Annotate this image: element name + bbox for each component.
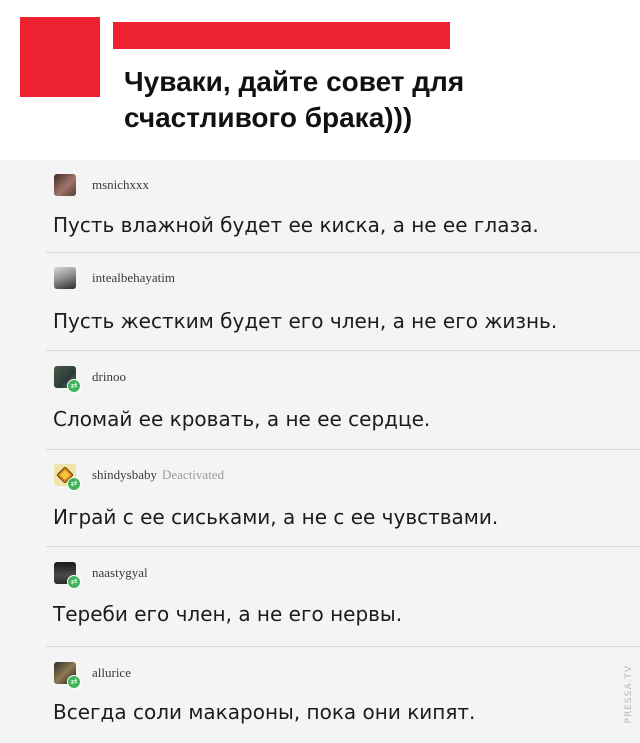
comment: ⇄ shindysbaby Deactivated Играй с ее сис… (0, 450, 640, 546)
user-avatar[interactable] (54, 174, 76, 196)
reblog-icon: ⇄ (67, 379, 81, 393)
comment: ⇄ allurice Всегда соли макароны, пока он… (0, 647, 640, 743)
user-avatar[interactable]: ⇄ (54, 562, 81, 589)
user-avatar[interactable]: ⇄ (54, 366, 81, 393)
comment-text: Сломай ее кровать, а не ее сердце. (53, 407, 431, 431)
comment: intealbehayatim Пусть жестким будет его … (0, 253, 640, 351)
username[interactable]: msnichxxx (92, 177, 149, 193)
comment-user-line: ⇄ naastygyal (54, 561, 148, 589)
author-avatar[interactable] (20, 17, 100, 97)
user-avatar[interactable] (54, 267, 76, 289)
reblog-icon: ⇄ (67, 477, 81, 491)
comment: ⇄ drinoo Сломай ее кровать, а не ее серд… (0, 351, 640, 449)
comment: ⇄ naastygyal Тереби его член, а не его н… (0, 547, 640, 644)
post-header: Чуваки, дайте совет для счастливого брак… (0, 0, 640, 150)
comment-user-line: msnichxxx (54, 173, 149, 197)
user-avatar[interactable]: ⇄ (54, 662, 81, 689)
comment-text: Играй с ее сиськами, а не с ее чувствами… (53, 505, 499, 529)
comment-user-line: ⇄ allurice (54, 661, 131, 689)
username[interactable]: naastygyal (92, 565, 148, 581)
comment-user-line: ⇄ drinoo (54, 365, 126, 393)
comment-text: Пусть влажной будет ее киска, а не ее гл… (53, 213, 539, 237)
username[interactable]: shindysbaby (92, 467, 157, 483)
author-name-redacted (113, 22, 450, 49)
comment-text: Пусть жестким будет его член, а не его ж… (53, 309, 558, 333)
username[interactable]: intealbehayatim (92, 270, 175, 286)
comment-text: Тереби его член, а не его нервы. (53, 602, 403, 626)
reblog-icon: ⇄ (67, 575, 81, 589)
post-title-line-1: Чуваки, дайте совет для (124, 66, 465, 97)
comment-user-line: ⇄ shindysbaby Deactivated (54, 463, 225, 491)
reblog-icon: ⇄ (67, 675, 81, 689)
comment-user-line: intealbehayatim (54, 266, 175, 290)
username[interactable]: drinoo (92, 369, 126, 385)
deactivated-label: Deactivated (162, 467, 225, 482)
watermark: PRESSA.TV (624, 664, 634, 723)
comments-list: msnichxxx Пусть влажной будет ее киска, … (0, 160, 640, 743)
post-title: Чуваки, дайте совет для счастливого брак… (124, 64, 604, 136)
comment: msnichxxx Пусть влажной будет ее киска, … (0, 160, 640, 256)
post-title-line-2: счастливого брака))) (124, 102, 413, 133)
username[interactable]: allurice (92, 665, 131, 681)
comment-text: Всегда соли макароны, пока они кипят. (53, 700, 476, 724)
user-avatar[interactable]: ⇄ (54, 464, 81, 491)
